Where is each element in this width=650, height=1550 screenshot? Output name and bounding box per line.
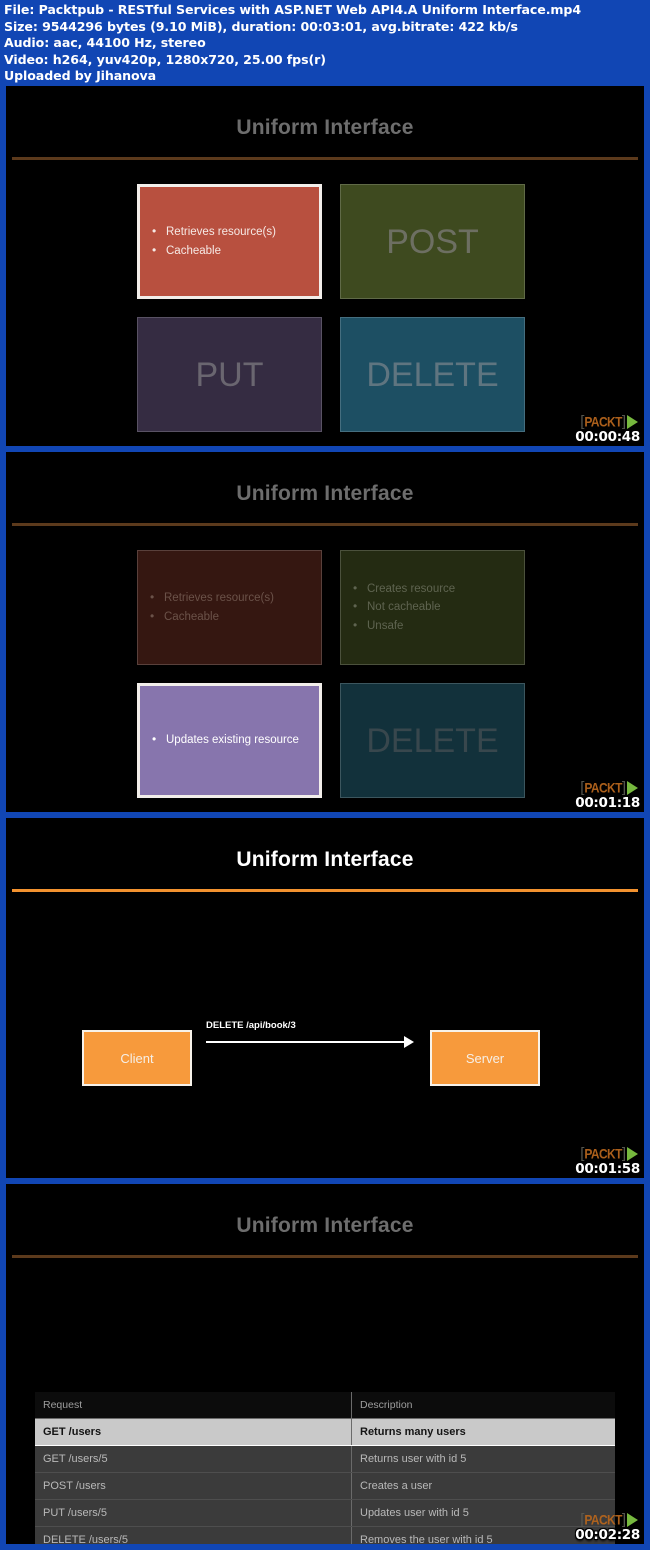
bracket-right-icon: ] (621, 779, 626, 796)
title-rule (12, 889, 638, 892)
column-header-request: Request (35, 1392, 352, 1419)
cell-request: PUT /users/5 (35, 1499, 352, 1527)
verb-word: PUT (195, 355, 264, 394)
bullet-item: Not cacheable (351, 599, 514, 615)
bullet-item: Updates existing resource (150, 732, 309, 748)
slide-title: Uniform Interface (236, 116, 414, 139)
header-line-audio: Audio: aac, 44100 Hz, stereo (4, 35, 206, 51)
bullet-item: Cacheable (150, 243, 309, 259)
contact-sheet: File: Packtpub - RESTful Services with A… (0, 0, 650, 1550)
request-label: DELETE /api/book/3 (206, 1020, 296, 1031)
title-rule (12, 157, 638, 160)
verb-bullets: Retrieves resource(s) Cacheable (148, 590, 311, 625)
header-line-video: Video: h264, yuv420p, 1280x720, 25.00 fp… (4, 51, 326, 67)
bullet-item: Creates resource (351, 581, 514, 597)
packt-wordmark: PACKT (584, 779, 622, 796)
verb-box-put: Updates existing resource (137, 683, 322, 798)
bracket-right-icon: ] (621, 413, 626, 430)
thumbnail-frame-4[interactable]: Uniform Interface Request Description GE… (6, 1184, 644, 1544)
verb-bullets: Retrieves resource(s) Cacheable (150, 224, 309, 259)
cell-description: Updates user with id 5 (351, 1499, 615, 1527)
verb-box-post: POST (340, 184, 525, 299)
frame-timestamp: 00:01:18 (575, 795, 640, 811)
cell-request: POST /users (35, 1472, 352, 1500)
column-header-description: Description (351, 1392, 615, 1419)
verb-word: POST (386, 222, 479, 261)
title-rule (12, 523, 638, 526)
cell-request: GET /users/5 (35, 1445, 352, 1473)
bullet-item: Unsafe (351, 618, 514, 634)
packt-wordmark: PACKT (584, 1511, 622, 1528)
verb-box-get: Retrieves resource(s) Cacheable (137, 550, 322, 665)
frame-timestamp: 00:02:28 (575, 1527, 640, 1543)
table-row[interactable]: DELETE /users/5 Removes the user with id… (35, 1526, 615, 1544)
verb-box-post: Creates resource Not cacheable Unsafe (340, 550, 525, 665)
frame-timestamp: 00:00:48 (575, 429, 640, 445)
media-info-header: File: Packtpub - RESTful Services with A… (0, 0, 650, 86)
cell-request: GET /users (35, 1418, 352, 1446)
bracket-right-icon: ] (621, 1145, 626, 1162)
cell-description: Returns user with id 5 (351, 1445, 615, 1473)
slide-title: Uniform Interface (236, 848, 414, 871)
request-arrow: DELETE /api/book/3 (202, 1020, 430, 1080)
verb-box-get: Retrieves resource(s) Cacheable (137, 184, 322, 299)
packt-logo: [ PACKT ] (580, 414, 638, 429)
play-triangle-icon (627, 1512, 638, 1527)
frame-timestamp: 00:01:58 (575, 1161, 640, 1177)
play-triangle-icon (627, 414, 638, 429)
table-row[interactable]: PUT /users/5 Updates user with id 5 (35, 1499, 615, 1527)
verb-word: DELETE (366, 721, 499, 760)
header-line-size: Size: 9544296 bytes (9.10 MiB), duration… (4, 18, 518, 34)
header-line-uploader: Uploaded by Jihanova (4, 68, 157, 84)
request-description-table: Request Description GET /users Returns m… (35, 1392, 615, 1544)
client-server-diagram: Client DELETE /api/book/3 Server (6, 1008, 644, 1118)
packt-logo: [ PACKT ] (580, 780, 638, 795)
arrow-line (206, 1041, 406, 1043)
http-verb-grid: Retrieves resource(s) Cacheable POST PUT… (137, 184, 527, 434)
play-triangle-icon (627, 1146, 638, 1161)
verb-box-delete: DELETE (340, 317, 525, 432)
server-node: Server (430, 1030, 540, 1086)
verb-word: DELETE (366, 355, 499, 394)
thumbnail-frame-2[interactable]: Uniform Interface Retrieves resource(s) … (6, 452, 644, 812)
bullet-item: Cacheable (148, 609, 311, 625)
thumbnail-frame-1[interactable]: Uniform Interface Retrieves resource(s) … (6, 86, 644, 446)
cell-description: Returns many users (351, 1418, 615, 1446)
verb-box-delete: DELETE (340, 683, 525, 798)
packt-logo: [ PACKT ] (580, 1146, 638, 1161)
bracket-right-icon: ] (621, 1511, 626, 1528)
table-header-row: Request Description (35, 1392, 615, 1419)
packt-logo: [ PACKT ] (580, 1512, 638, 1527)
bullet-item: Retrieves resource(s) (150, 224, 309, 240)
play-triangle-icon (627, 780, 638, 795)
header-line-file: File: Packtpub - RESTful Services with A… (4, 2, 582, 17)
bullet-item: Retrieves resource(s) (148, 590, 311, 606)
table-row[interactable]: GET /users/5 Returns user with id 5 (35, 1445, 615, 1473)
table-row[interactable]: GET /users Returns many users (35, 1418, 615, 1446)
thumbnail-frame-3[interactable]: Uniform Interface Client DELETE /api/boo… (6, 818, 644, 1178)
verb-box-put: PUT (137, 317, 322, 432)
cell-request: DELETE /users/5 (35, 1526, 352, 1544)
packt-wordmark: PACKT (584, 413, 622, 430)
thumbnail-grid: Uniform Interface Retrieves resource(s) … (0, 86, 650, 1550)
cell-description: Creates a user (351, 1472, 615, 1500)
http-verb-grid: Retrieves resource(s) Cacheable Creates … (137, 550, 527, 800)
arrow-head-icon (404, 1036, 414, 1048)
verb-bullets: Updates existing resource (150, 732, 309, 748)
client-node: Client (82, 1030, 192, 1086)
table-row[interactable]: POST /users Creates a user (35, 1472, 615, 1500)
slide-title: Uniform Interface (236, 1214, 414, 1237)
slide-title: Uniform Interface (236, 482, 414, 505)
verb-bullets: Creates resource Not cacheable Unsafe (351, 581, 514, 634)
title-rule (12, 1255, 638, 1258)
packt-wordmark: PACKT (584, 1145, 622, 1162)
